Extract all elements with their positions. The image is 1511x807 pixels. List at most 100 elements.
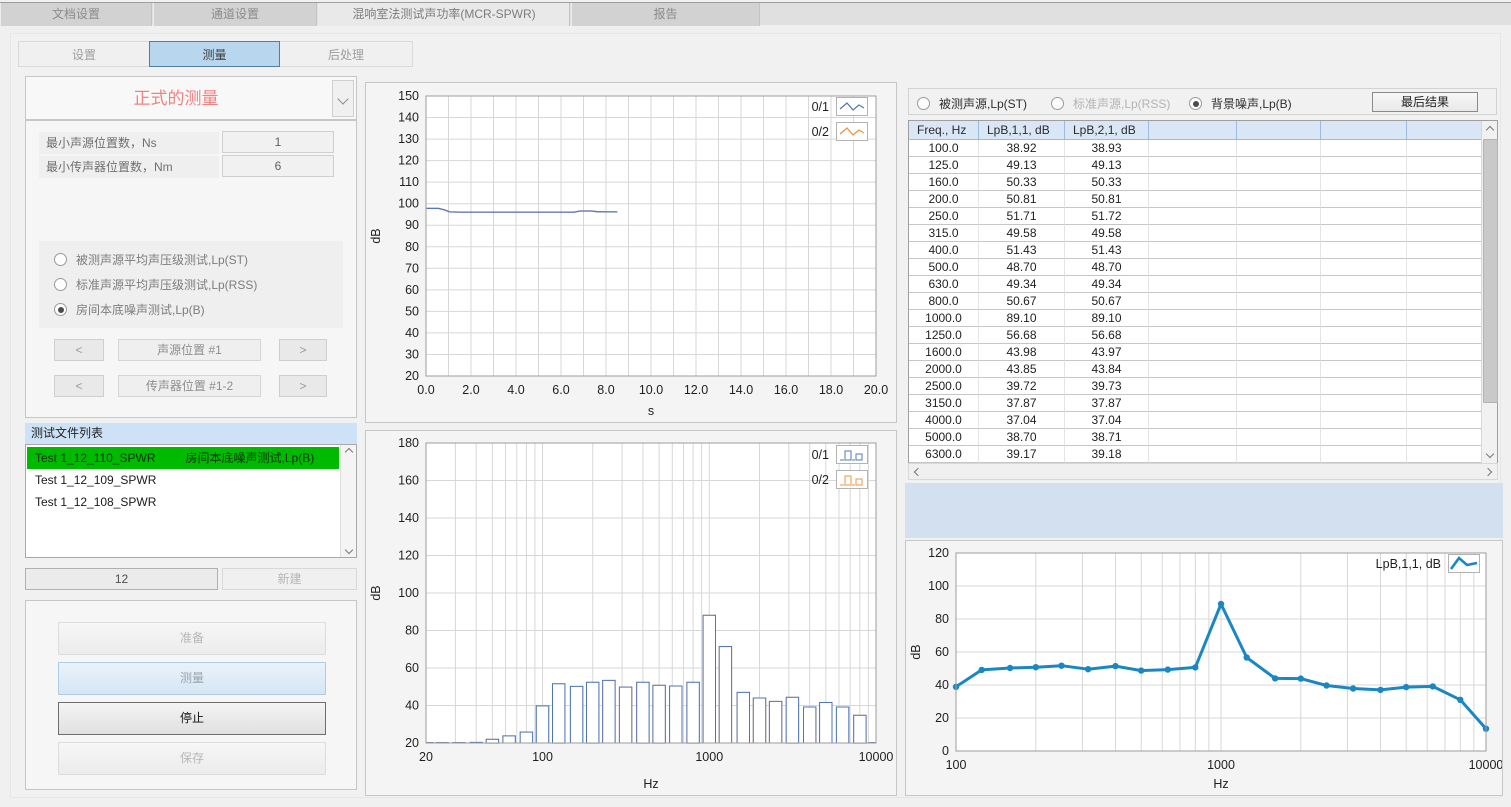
- radio-lp-st[interactable]: 被测声源平均声压级测试,Lp(ST): [54, 251, 248, 268]
- table-row[interactable]: 1600.043.9843.97: [909, 344, 1497, 361]
- scroll-down-icon[interactable]: [344, 546, 352, 554]
- radio-result-lp-b[interactable]: 背景噪声,Lp(B): [1189, 95, 1292, 112]
- table-cell: 51.72: [1065, 208, 1149, 225]
- mic-position-prev-button[interactable]: <: [54, 375, 104, 397]
- file-number-field[interactable]: 12: [25, 568, 218, 590]
- table-row[interactable]: 2000.043.8543.84: [909, 361, 1497, 378]
- table-row[interactable]: 100.038.9238.93: [909, 140, 1497, 157]
- svg-text:100: 100: [398, 197, 419, 211]
- table-row[interactable]: 3150.037.8737.87: [909, 395, 1497, 412]
- table-row[interactable]: 2500.039.7239.73: [909, 378, 1497, 395]
- radio-result-lp-st[interactable]: 被测声源,Lp(ST): [917, 95, 1027, 112]
- table-cell: 43.84: [1065, 361, 1149, 378]
- table-row[interactable]: 4000.037.0437.04: [909, 412, 1497, 429]
- table-cell: [1237, 242, 1321, 259]
- table-row[interactable]: 6300.039.1739.18: [909, 446, 1497, 463]
- stop-button[interactable]: 停止: [58, 702, 326, 735]
- table-cell: 315.0: [909, 225, 979, 242]
- table-cell: 2500.0: [909, 378, 979, 395]
- table-column-header[interactable]: [1237, 121, 1321, 140]
- peak-series-icon[interactable]: [1448, 554, 1480, 573]
- svg-text:100: 100: [398, 586, 419, 600]
- table-row[interactable]: 1000.089.1089.10: [909, 310, 1497, 327]
- table-cell: [1237, 446, 1321, 463]
- table-column-header[interactable]: [1321, 121, 1407, 140]
- test-file-item[interactable]: Test 1_12_110_SPWR房间本底噪声测试,Lp(B): [27, 447, 339, 469]
- test-file-item[interactable]: Test 1_12_109_SPWR: [27, 469, 339, 491]
- tab-document-settings[interactable]: 文档设置: [0, 3, 152, 26]
- table-row[interactable]: 160.050.3350.33: [909, 174, 1497, 191]
- table-column-header[interactable]: [1149, 121, 1237, 140]
- measure-mode-combobox[interactable]: 正式的测量: [25, 76, 357, 120]
- source-position-button[interactable]: 声源位置 #1: [118, 339, 261, 361]
- radio-lp-rss-label: 标准声源平均声压级测试,Lp(RSS): [76, 276, 257, 293]
- test-file-item[interactable]: Test 1_12_108_SPWR: [27, 491, 339, 513]
- table-row[interactable]: 5000.038.7038.71: [909, 429, 1497, 446]
- result-table-body: 100.038.9238.93125.049.1349.13160.050.33…: [909, 140, 1497, 463]
- table-row[interactable]: 1250.056.6856.68: [909, 327, 1497, 344]
- radio-lp-b[interactable]: 房间本底噪声测试,Lp(B): [54, 301, 205, 318]
- table-cell: [1407, 191, 1482, 208]
- test-file-items: Test 1_12_110_SPWR房间本底噪声测试,Lp(B)Test 1_1…: [27, 447, 339, 513]
- table-row[interactable]: 125.049.1349.13: [909, 157, 1497, 174]
- tab-mcr-spwr[interactable]: 混响室法测试声功率(MCR-SPWR): [318, 3, 570, 26]
- table-vertical-scrollbar[interactable]: [1481, 121, 1497, 463]
- save-button[interactable]: 保存: [58, 742, 326, 775]
- table-row[interactable]: 315.049.5849.58: [909, 225, 1497, 242]
- table-column-header[interactable]: LpB,2,1, dB: [1065, 121, 1149, 140]
- min-source-positions-field[interactable]: 1: [222, 131, 334, 153]
- table-row[interactable]: 250.051.7151.72: [909, 208, 1497, 225]
- scroll-up-icon[interactable]: [344, 448, 352, 456]
- scroll-down-icon[interactable]: [1486, 450, 1494, 458]
- bar-series-icon[interactable]: [836, 470, 868, 489]
- new-file-button[interactable]: 新建: [222, 568, 357, 590]
- mic-position-next-button[interactable]: >: [279, 375, 327, 397]
- subtab-settings[interactable]: 设置: [18, 41, 150, 67]
- tab-report[interactable]: 报告: [571, 3, 760, 26]
- file-test-type: 房间本底噪声测试,Lp(B): [186, 451, 315, 465]
- table-cell: [1149, 395, 1237, 412]
- tab-channel-settings[interactable]: 通道设置: [153, 3, 317, 26]
- line-series-icon[interactable]: [836, 122, 868, 141]
- file-list-scrollbar[interactable]: [340, 445, 356, 557]
- table-cell: 37.87: [1065, 395, 1149, 412]
- table-horizontal-scrollbar[interactable]: [908, 463, 1498, 480]
- source-position-next-button[interactable]: >: [279, 339, 327, 361]
- table-cell: 400.0: [909, 242, 979, 259]
- table-row[interactable]: 200.050.8150.81: [909, 191, 1497, 208]
- combo-dropdown-button[interactable]: [332, 80, 354, 117]
- table-cell: 39.73: [1065, 378, 1149, 395]
- table-cell: [1321, 412, 1407, 429]
- scroll-right-icon[interactable]: [1484, 467, 1492, 475]
- table-row[interactable]: 800.050.6750.67: [909, 293, 1497, 310]
- scroll-left-icon[interactable]: [914, 467, 922, 475]
- table-cell: 51.71: [979, 208, 1065, 225]
- table-column-header[interactable]: LpB,1,1, dB: [979, 121, 1065, 140]
- table-row[interactable]: 500.048.7048.70: [909, 259, 1497, 276]
- subtab-postprocess[interactable]: 后处理: [279, 41, 413, 67]
- table-cell: [1321, 395, 1407, 412]
- scrollbar-thumb[interactable]: [1483, 139, 1498, 403]
- radio-result-lp-rss[interactable]: 标准声源,Lp(RSS): [1051, 95, 1170, 112]
- min-mic-positions-field[interactable]: 6: [222, 155, 334, 177]
- last-result-button[interactable]: 最后结果: [1372, 92, 1478, 112]
- bar-series-icon[interactable]: [836, 445, 868, 464]
- subtab-measure[interactable]: 测量: [149, 41, 280, 67]
- table-cell: [1321, 208, 1407, 225]
- table-column-header[interactable]: [1407, 121, 1482, 140]
- table-cell: [1149, 242, 1237, 259]
- table-row[interactable]: 630.049.3449.34: [909, 276, 1497, 293]
- measure-button[interactable]: 测量: [58, 662, 326, 695]
- radio-lp-rss[interactable]: 标准声源平均声压级测试,Lp(RSS): [54, 276, 257, 293]
- mic-position-button[interactable]: 传声器位置 #1-2: [118, 375, 261, 397]
- scroll-up-icon[interactable]: [1486, 126, 1494, 134]
- table-cell: 5000.0: [909, 429, 979, 446]
- table-column-header[interactable]: Freq., Hz: [909, 121, 979, 140]
- test-file-list[interactable]: Test 1_12_110_SPWR房间本底噪声测试,Lp(B)Test 1_1…: [25, 444, 357, 558]
- svg-text:180: 180: [398, 436, 419, 450]
- prepare-button[interactable]: 准备: [58, 622, 326, 655]
- table-cell: [1237, 344, 1321, 361]
- line-series-icon[interactable]: [836, 97, 868, 116]
- table-row[interactable]: 400.051.4351.43: [909, 242, 1497, 259]
- source-position-prev-button[interactable]: <: [54, 339, 104, 361]
